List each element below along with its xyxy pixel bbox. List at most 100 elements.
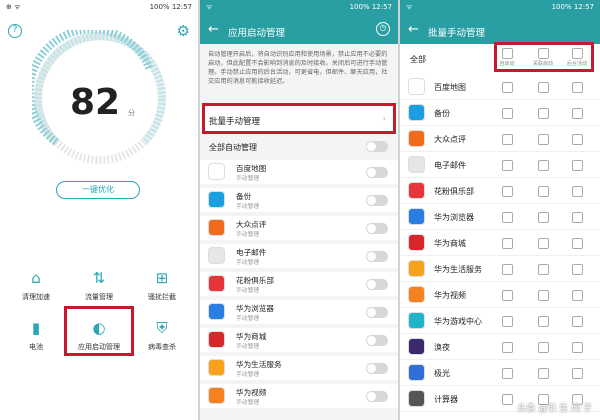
- associated-start-checkbox[interactable]: [538, 342, 549, 353]
- app-toggle[interactable]: [366, 307, 388, 318]
- app-icon: [208, 331, 225, 348]
- app-icon: [408, 182, 425, 199]
- block-icon: ⊞: [155, 269, 169, 287]
- autostart-checkbox[interactable]: [502, 394, 513, 405]
- app-row[interactable]: 电子邮件 手动管理: [200, 244, 398, 268]
- associated-start-checkbox[interactable]: [538, 134, 549, 145]
- autostart-checkbox[interactable]: [502, 368, 513, 379]
- app-icon: [408, 260, 425, 277]
- phone-manager-home: ⊕ ᯤ 100% 12:57 ? ⚙ 82 分 一键优化 ⌂ 清理加速 ⇅ 流量管理…: [0, 0, 198, 420]
- app-toggle[interactable]: [366, 335, 388, 346]
- app-mode: 手动管理: [236, 232, 260, 238]
- autostart-checkbox[interactable]: [502, 264, 513, 275]
- background-activity-checkbox[interactable]: [572, 368, 583, 379]
- app-row[interactable]: 华为视频 手动管理: [200, 384, 398, 408]
- associated-start-checkbox[interactable]: [538, 290, 549, 301]
- background-activity-checkbox[interactable]: [572, 212, 583, 223]
- startup-manager-screen: ᯤ 100% 12:57 ← 应用启动管理 ◷ 自动管理开启后，将自动识别应用和…: [200, 0, 398, 420]
- app-toggle[interactable]: [366, 279, 388, 290]
- app-toggle[interactable]: [366, 195, 388, 206]
- app-row[interactable]: 大众点评 手动管理: [200, 216, 398, 240]
- status-right: 100% 12:57: [149, 3, 192, 11]
- app-icon: [408, 338, 425, 355]
- app-icon: [408, 156, 425, 173]
- app-name: 百度地图: [434, 83, 466, 92]
- associated-start-checkbox[interactable]: [538, 368, 549, 379]
- back-arrow-icon[interactable]: ←: [208, 22, 219, 37]
- app-bar: ← 批量手动管理: [400, 16, 600, 44]
- app-row[interactable]: 备份 手动管理: [200, 188, 398, 212]
- app-bar: ← 应用启动管理 ◷: [200, 16, 398, 44]
- app-toggle[interactable]: [366, 167, 388, 178]
- app-name: 华为视频: [434, 291, 466, 300]
- associated-start-checkbox[interactable]: [538, 316, 549, 327]
- gear-icon[interactable]: ⚙: [177, 22, 190, 40]
- app-row[interactable]: 华为生活服务 手动管理: [200, 356, 398, 380]
- tool-virus-scan[interactable]: ⛨ 病毒查杀: [129, 320, 195, 380]
- app-icon: [408, 208, 425, 225]
- autostart-checkbox[interactable]: [502, 342, 513, 353]
- app-name: 华为商城: [434, 239, 466, 248]
- background-activity-checkbox[interactable]: [572, 82, 583, 93]
- app-row[interactable]: 百度地图 手动管理: [200, 160, 398, 184]
- app-toggle[interactable]: [366, 251, 388, 262]
- autostart-checkbox[interactable]: [502, 212, 513, 223]
- batch-app-row: 华为商城: [400, 230, 600, 256]
- app-icon: [208, 219, 225, 236]
- autostart-checkbox[interactable]: [502, 82, 513, 93]
- all-auto-row: 全部自动管理: [200, 136, 398, 156]
- autostart-checkbox[interactable]: [502, 316, 513, 327]
- associated-start-checkbox[interactable]: [538, 212, 549, 223]
- broom-icon: ⌂: [31, 269, 41, 287]
- batch-app-row: 大众点评: [400, 126, 600, 152]
- app-name: 大众点评: [434, 135, 466, 144]
- highlight-batch-manage: [202, 103, 396, 134]
- autostart-checkbox[interactable]: [502, 290, 513, 301]
- associated-start-checkbox[interactable]: [538, 186, 549, 197]
- app-name: 花粉俱乐部: [434, 187, 474, 196]
- background-activity-checkbox[interactable]: [572, 316, 583, 327]
- batch-app-row: 涣夜: [400, 334, 600, 360]
- app-icon: [408, 104, 425, 121]
- help-icon[interactable]: ?: [8, 24, 22, 38]
- associated-start-checkbox[interactable]: [538, 160, 549, 171]
- background-activity-checkbox[interactable]: [572, 264, 583, 275]
- background-activity-checkbox[interactable]: [572, 238, 583, 249]
- associated-start-checkbox[interactable]: [538, 264, 549, 275]
- history-icon[interactable]: ◷: [376, 22, 390, 36]
- autostart-checkbox[interactable]: [502, 134, 513, 145]
- app-toggle[interactable]: [366, 223, 388, 234]
- background-activity-checkbox[interactable]: [572, 134, 583, 145]
- associated-start-checkbox[interactable]: [538, 238, 549, 249]
- app-mode: 手动管理: [236, 176, 260, 182]
- app-mode: 手动管理: [236, 288, 260, 294]
- back-arrow-icon[interactable]: ←: [408, 22, 419, 37]
- autostart-checkbox[interactable]: [502, 108, 513, 119]
- all-auto-toggle[interactable]: [366, 141, 388, 152]
- app-mode: 手动管理: [236, 372, 260, 378]
- background-activity-checkbox[interactable]: [572, 342, 583, 353]
- autostart-checkbox[interactable]: [502, 160, 513, 171]
- app-mode: 手动管理: [236, 316, 260, 322]
- associated-start-checkbox[interactable]: [538, 82, 549, 93]
- tool-battery[interactable]: ▮ 电池: [3, 320, 69, 380]
- app-row[interactable]: 花粉俱乐部 手动管理: [200, 272, 398, 296]
- app-toggle[interactable]: [366, 391, 388, 402]
- optimize-button[interactable]: 一键优化: [56, 181, 140, 199]
- app-name: 华为游戏中心: [434, 317, 482, 326]
- autostart-checkbox[interactable]: [502, 186, 513, 197]
- status-bar: ᯤ 100% 12:57: [400, 0, 600, 16]
- background-activity-checkbox[interactable]: [572, 290, 583, 301]
- app-icon: [408, 312, 425, 329]
- background-activity-checkbox[interactable]: [572, 108, 583, 119]
- autostart-checkbox[interactable]: [502, 238, 513, 249]
- app-name: 华为生活服务: [434, 265, 482, 274]
- background-activity-checkbox[interactable]: [572, 186, 583, 197]
- associated-start-checkbox[interactable]: [538, 108, 549, 119]
- app-row[interactable]: 华为商城 手动管理: [200, 328, 398, 352]
- app-toggle[interactable]: [366, 363, 388, 374]
- app-icon: [408, 234, 425, 251]
- background-activity-checkbox[interactable]: [572, 160, 583, 171]
- app-row[interactable]: 华为浏览器 手动管理: [200, 300, 398, 324]
- shield-icon: ⛨: [156, 319, 168, 337]
